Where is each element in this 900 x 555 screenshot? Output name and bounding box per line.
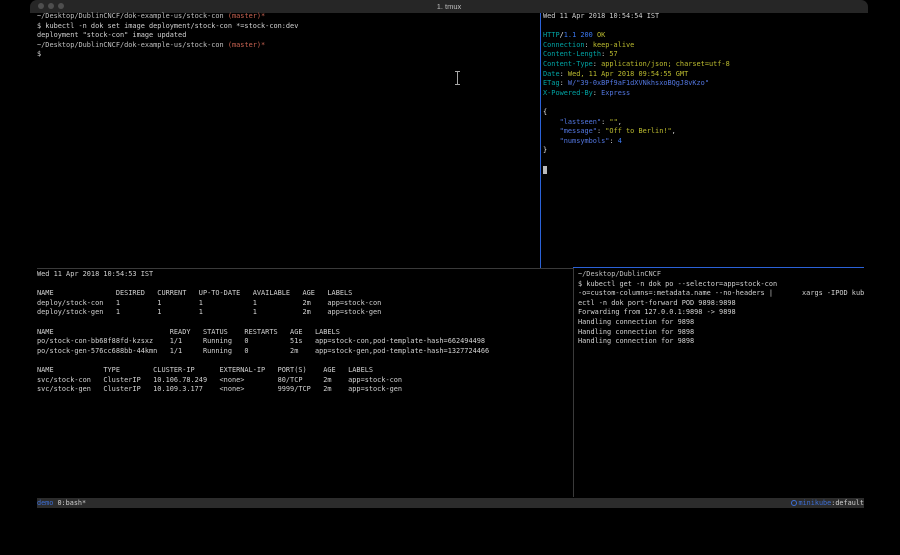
session-name: demo [37, 499, 53, 507]
terminal-line: "lastseen": "", [543, 118, 864, 128]
pane-divider-vertical-bottom[interactable] [573, 268, 574, 497]
terminal-line: Connection: keep-alive [543, 41, 864, 51]
terminal-line: Content-Length: 57 [543, 50, 864, 60]
pane-divider-horizontal-left[interactable] [37, 268, 573, 269]
terminal-line: ~/Desktop/DublinCNCF/dok-example-us/stoc… [37, 41, 540, 51]
terminal-line: HTTP/1.1 200 OK [543, 31, 864, 41]
terminal-line: ~/Desktop/DublinCNCF [578, 270, 864, 280]
terminal-line: Handling connection for 9898 [578, 328, 864, 338]
terminal-line: ectl -n dok port-forward POD 9898:9898 [578, 299, 864, 309]
terminal-line: NAME TYPE CLUSTER-IP EXTERNAL-IP PORT(S)… [37, 366, 573, 376]
mouse-ibeam-cursor [455, 71, 460, 85]
terminal-line: { [543, 108, 864, 118]
terminal-line: } [543, 146, 864, 156]
terminal-line [543, 98, 864, 108]
window-item[interactable]: 0:bash* [53, 499, 86, 507]
terminal-line [37, 318, 573, 328]
terminal-line: NAME DESIRED CURRENT UP-TO-DATE AVAILABL… [37, 289, 573, 299]
terminal-line: Date: Wed, 11 Apr 2018 09:54:55 GMT [543, 70, 864, 80]
terminal-line: deploy/stock-gen 1 1 1 1 2m app=stock-ge… [37, 308, 573, 318]
terminal-line: Handling connection for 9898 [578, 337, 864, 347]
terminal-line: po/stock-con-bb68f88fd-kzsxz 1/1 Running… [37, 337, 573, 347]
status-left: demo 0:bash* [37, 498, 86, 508]
kube-namespace: :default [831, 499, 864, 507]
terminal-line: ~/Desktop/DublinCNCF/dok-example-us/stoc… [37, 12, 540, 22]
terminal-line: Forwarding from 127.0.0.1:9898 -> 9898 [578, 308, 864, 318]
terminal-line: X-Powered-By: Express [543, 89, 864, 99]
pane-divider-horizontal-right[interactable] [573, 267, 864, 268]
pane-divider-vertical-top[interactable] [540, 13, 541, 268]
terminal-line [543, 22, 864, 32]
terminal-line: Handling connection for 9898 [578, 318, 864, 328]
kubernetes-icon [791, 500, 797, 506]
terminal-line: Wed 11 Apr 2018 10:54:54 IST [543, 12, 864, 22]
pane-top-left-shell[interactable]: ~/Desktop/DublinCNCF/dok-example-us/stoc… [37, 12, 540, 60]
terminal-line: -o=custom-columns=:metadata.name --no-he… [578, 289, 864, 299]
terminal-line: $ kubectl -n dok set image deployment/st… [37, 22, 540, 32]
terminal-line [37, 356, 573, 366]
terminal-line [37, 280, 573, 290]
terminal-line [543, 166, 864, 176]
terminal-line: "message": "Off to Berlin!", [543, 127, 864, 137]
terminal-line: svc/stock-con ClusterIP 10.106.78.249 <n… [37, 376, 573, 386]
terminal-line: "numsymbols": 4 [543, 137, 864, 147]
terminal-line: Content-Type: application/json; charset=… [543, 60, 864, 70]
terminal-line [543, 156, 864, 166]
status-right: minikube:default [791, 498, 865, 508]
screen: { "window": { "title": "1. tmux" }, "col… [0, 0, 900, 555]
terminal-line: deploy/stock-con 1 1 1 1 2m app=stock-co… [37, 299, 573, 309]
pane-bottom-left-kubectl-watch[interactable]: Wed 11 Apr 2018 10:54:53 IST NAME DESIRED… [37, 270, 573, 395]
terminal-line: deployment "stock-con" image updated [37, 31, 540, 41]
pane-top-right-http-response[interactable]: Wed 11 Apr 2018 10:54:54 IST HTTP/1.1 200… [543, 12, 864, 175]
pane-bottom-right-port-forward[interactable]: ~/Desktop/DublinCNCF$ kubectl get -n dok… [578, 270, 864, 347]
terminal-line: $ [37, 50, 540, 60]
tmux-status-bar: demo 0:bash* minikube:default [37, 498, 864, 508]
kube-context: minikube [799, 499, 832, 507]
terminal-line: NAME READY STATUS RESTARTS AGE LABELS [37, 328, 573, 338]
terminal-line: Wed 11 Apr 2018 10:54:53 IST [37, 270, 573, 280]
terminal-line: ETag: W/"39-0xBPf9aF1dXVNkhsxoBQgJ8vKzo" [543, 79, 864, 89]
terminal-line: po/stock-gen-576cc688bb-44kmn 1/1 Runnin… [37, 347, 573, 357]
terminal-line: $ kubectl get -n dok po --selector=app=s… [578, 280, 864, 290]
terminal-line: svc/stock-gen ClusterIP 10.109.3.177 <no… [37, 385, 573, 395]
